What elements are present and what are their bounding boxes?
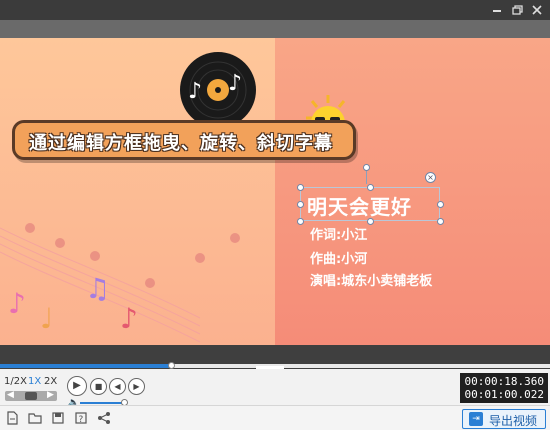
- credit-lyricist: 作词:小江: [310, 228, 368, 243]
- export-label: 导出视频: [489, 414, 538, 428]
- volume-slider[interactable]: [80, 402, 125, 404]
- svg-text:?: ?: [79, 415, 84, 425]
- prev-frame-button[interactable]: ◀: [109, 378, 126, 395]
- play-button[interactable]: ▶: [67, 376, 87, 396]
- svg-text:♩: ♩: [40, 302, 53, 335]
- speed-up-icon[interactable]: ▶: [47, 390, 54, 400]
- stop-button[interactable]: ■: [90, 378, 107, 395]
- open-folder-icon[interactable]: [28, 411, 42, 425]
- close-icon[interactable]: [530, 3, 544, 17]
- selected-caption-box[interactable]: 明天会更好 ×: [297, 164, 444, 225]
- bottom-toolbar: ? ⇥ 导出视频: [0, 405, 550, 430]
- resize-handle[interactable]: [367, 184, 374, 191]
- progress-fill: [0, 364, 171, 368]
- new-file-icon[interactable]: [5, 411, 19, 425]
- credit-composer: 作曲:小河: [310, 252, 368, 267]
- credit-singer: 演唱:城东小卖铺老板: [310, 274, 433, 289]
- total-time: 00:01:00.022: [464, 388, 544, 401]
- svg-text:♪: ♪: [120, 302, 138, 335]
- export-video-button[interactable]: ⇥ 导出视频: [462, 409, 546, 429]
- current-time: 00:00:18.360: [464, 375, 544, 388]
- time-display: 00:00:18.360 00:01:00.022: [460, 373, 548, 403]
- speed-half[interactable]: 1/2X: [4, 376, 27, 387]
- next-frame-button[interactable]: ▶: [128, 378, 145, 395]
- video-editor-window: ♪ ♩ ♫ ♪ ♪ ♪ 通过编辑方框拖曳、旋转、斜切字幕 明天会更好 × 作词:…: [0, 0, 550, 430]
- restore-icon[interactable]: [510, 3, 524, 17]
- subtitle-banner[interactable]: 通过编辑方框拖曳、旋转、斜切字幕: [12, 120, 356, 160]
- svg-text:♪: ♪: [8, 287, 26, 320]
- speed-slider[interactable]: ◀ ▶: [5, 390, 57, 401]
- resize-handle[interactable]: [437, 201, 444, 208]
- share-icon[interactable]: [97, 411, 111, 425]
- svg-text:♪: ♪: [228, 71, 242, 96]
- svg-text:♪: ♪: [188, 79, 202, 104]
- speed-1x[interactable]: 1X: [28, 376, 41, 387]
- resize-handle[interactable]: [297, 184, 304, 191]
- save-icon[interactable]: [51, 411, 65, 425]
- speed-knob[interactable]: [25, 392, 37, 400]
- progress-knob[interactable]: [167, 362, 175, 369]
- rotate-line: [366, 171, 367, 184]
- delete-icon[interactable]: ×: [425, 172, 436, 183]
- rotate-handle[interactable]: [363, 164, 370, 171]
- speed-2x[interactable]: 2X: [44, 376, 57, 387]
- song-title: 明天会更好: [307, 195, 412, 219]
- music-staff-decoration: ♪ ♩ ♫ ♪: [0, 223, 240, 343]
- title-bar: [0, 0, 550, 20]
- resize-handle[interactable]: [297, 201, 304, 208]
- speed-down-icon[interactable]: ◀: [7, 390, 14, 400]
- resize-handle[interactable]: [367, 218, 374, 225]
- minimize-icon[interactable]: [490, 3, 504, 17]
- banner-text: 通过编辑方框拖曳、旋转、斜切字幕: [29, 133, 333, 154]
- vinyl-record-icon: ♪ ♪: [180, 52, 256, 128]
- help-icon[interactable]: ?: [74, 411, 88, 425]
- resize-handle[interactable]: [437, 218, 444, 225]
- export-icon: ⇥: [469, 412, 483, 426]
- resize-handle[interactable]: [297, 218, 304, 225]
- preview-canvas[interactable]: ♪ ♩ ♫ ♪ ♪ ♪ 通过编辑方框拖曳、旋转、斜切字幕 明天会更好 × 作词:…: [0, 38, 550, 345]
- svg-text:♫: ♫: [85, 272, 110, 305]
